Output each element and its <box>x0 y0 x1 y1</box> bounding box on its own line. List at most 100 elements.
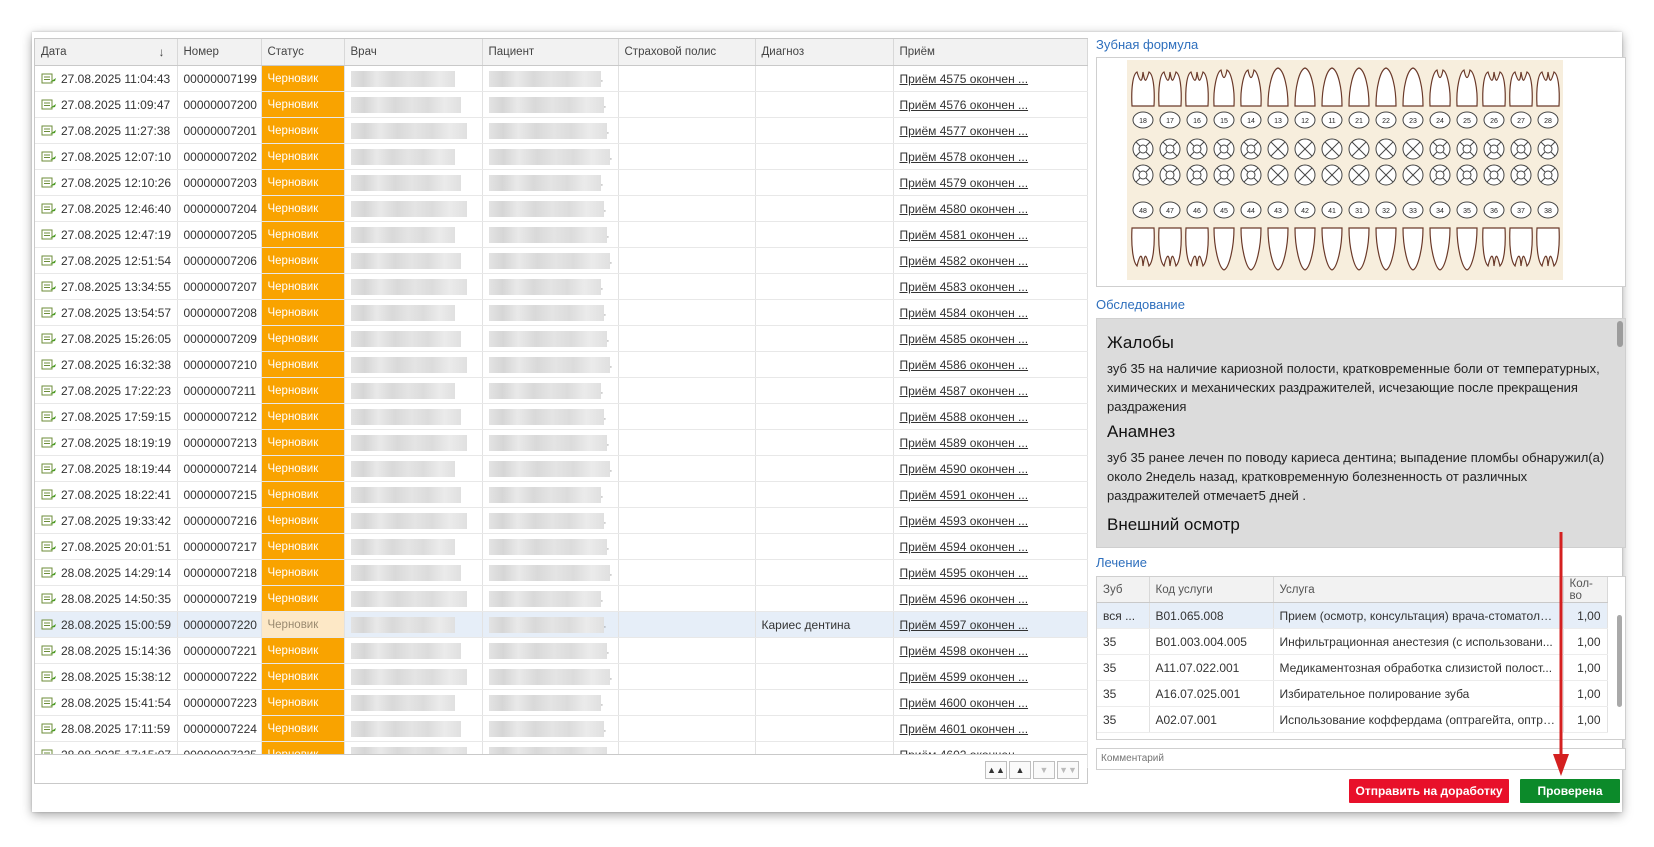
cell-date[interactable]: 27.08.2025 12:46:40 <box>35 195 178 222</box>
cell-diagnosis[interactable] <box>755 429 894 456</box>
table-row[interactable]: 27.08.2025 15:26:05 00000007209 Черновик. П… <box>35 325 1088 352</box>
cell-patient-redacted[interactable]: . <box>482 117 619 144</box>
cell-status[interactable]: Черновик <box>261 481 345 508</box>
cell-diagnosis[interactable] <box>755 663 894 690</box>
visit-link[interactable]: Приём 4583 окончен ... <box>900 280 1029 294</box>
cell-patient-redacted[interactable]: . <box>482 429 619 456</box>
nav-last-button[interactable]: ▼▼ <box>1057 761 1079 779</box>
lower-tooth-shape[interactable] <box>1509 227 1533 268</box>
treatment-row[interactable]: 35 B01.003.004.005 Инфильтрационная анесте… <box>1097 628 1608 655</box>
cell-patient-redacted[interactable]: . <box>482 507 619 534</box>
cell-number[interactable]: 00000007214 <box>177 455 262 482</box>
cell-date[interactable]: 28.08.2025 15:41:54 <box>35 689 178 716</box>
cell-date[interactable]: 27.08.2025 17:59:15 <box>35 403 178 430</box>
cell-diagnosis[interactable] <box>755 715 894 742</box>
cell-policy[interactable] <box>618 455 756 482</box>
exam-scrollbar[interactable] <box>1617 321 1623 347</box>
cell-number[interactable]: 00000007216 <box>177 507 262 534</box>
cell-status[interactable]: Черновик <box>261 117 345 144</box>
cell-doctor-redacted[interactable] <box>344 689 483 716</box>
cell-date[interactable]: 27.08.2025 12:51:54 <box>35 247 178 274</box>
cell-policy[interactable] <box>618 91 756 118</box>
treat-col-code[interactable]: Код услуги <box>1149 577 1274 603</box>
table-row[interactable]: 27.08.2025 17:22:23 00000007211 Черновик. П… <box>35 377 1088 404</box>
cell-policy[interactable] <box>618 689 756 716</box>
cell-visit[interactable]: Приём 4589 окончен ... <box>893 429 1088 456</box>
cell-date[interactable]: 27.08.2025 12:07:10 <box>35 143 178 170</box>
visit-link[interactable]: Приём 4601 окончен ... <box>900 722 1029 736</box>
cell-diagnosis[interactable] <box>755 377 894 404</box>
visit-link[interactable]: Приём 4589 окончен ... <box>900 436 1029 450</box>
treat-cell-code[interactable]: A02.07.001 <box>1149 706 1274 733</box>
cell-policy[interactable] <box>618 169 756 196</box>
cell-doctor-redacted[interactable] <box>344 195 483 222</box>
cell-diagnosis[interactable] <box>755 195 894 222</box>
visit-link[interactable]: Приём 4586 окончен ... <box>900 358 1029 372</box>
cell-status[interactable]: Черновик <box>261 403 345 430</box>
cell-number[interactable]: 00000007201 <box>177 117 262 144</box>
cell-diagnosis[interactable] <box>755 169 894 196</box>
cell-date[interactable]: 28.08.2025 17:11:59 <box>35 715 178 742</box>
lower-tooth-shape[interactable] <box>1131 227 1155 268</box>
visit-link[interactable]: Приём 4599 окончен ... <box>900 670 1029 684</box>
table-row[interactable]: 27.08.2025 18:19:19 00000007213 Черновик. П… <box>35 429 1088 456</box>
cell-date[interactable]: 27.08.2025 20:01:51 <box>35 533 178 560</box>
cell-visit[interactable]: Приём 4597 окончен ... <box>893 611 1088 638</box>
visit-link[interactable]: Приём 4579 окончен ... <box>900 176 1029 190</box>
cell-doctor-redacted[interactable] <box>344 611 483 638</box>
cell-diagnosis[interactable] <box>755 689 894 716</box>
cell-number[interactable]: 00000007213 <box>177 429 262 456</box>
cell-number[interactable]: 00000007203 <box>177 169 262 196</box>
visit-link[interactable]: Приём 4597 окончен ... <box>900 618 1029 632</box>
treatment-scrollbar[interactable] <box>1616 605 1623 725</box>
treatment-row[interactable]: 35 A16.07.025.001 Избирательное полировани… <box>1097 680 1608 707</box>
cell-patient-redacted[interactable]: . <box>482 559 619 586</box>
treat-cell-tooth[interactable]: 35 <box>1097 628 1150 655</box>
treatment-scroll-thumb[interactable] <box>1617 615 1622 707</box>
cell-date[interactable]: 27.08.2025 16:32:38 <box>35 351 178 378</box>
cell-patient-redacted[interactable]: . <box>482 663 619 690</box>
col-header-doctor[interactable]: Врач <box>344 39 483 66</box>
table-row[interactable]: 28.08.2025 14:29:14 00000007218 Черновик. П… <box>35 559 1088 586</box>
visit-link[interactable]: Приём 4594 окончен ... <box>900 540 1029 554</box>
table-row[interactable]: 27.08.2025 19:33:42 00000007216 Черновик. П… <box>35 507 1088 534</box>
table-row[interactable]: 28.08.2025 15:41:54 00000007223 Черновик. П… <box>35 689 1088 716</box>
cell-number[interactable]: 00000007211 <box>177 377 262 404</box>
cell-status[interactable]: Черновик <box>261 663 345 690</box>
cell-date[interactable]: 27.08.2025 12:47:19 <box>35 221 178 248</box>
cell-number[interactable]: 00000007224 <box>177 715 262 742</box>
cell-visit[interactable]: Приём 4593 окончен ... <box>893 507 1088 534</box>
cell-status[interactable]: Черновик <box>261 273 345 300</box>
visit-link[interactable]: Приём 4575 окончен ... <box>900 72 1029 86</box>
cell-policy[interactable] <box>618 247 756 274</box>
cell-date[interactable]: 27.08.2025 13:54:57 <box>35 299 178 326</box>
cell-date[interactable]: 27.08.2025 15:26:05 <box>35 325 178 352</box>
cell-policy[interactable] <box>618 351 756 378</box>
treat-cell-code[interactable]: B01.065.008 <box>1149 602 1274 629</box>
cell-number[interactable]: 00000007212 <box>177 403 262 430</box>
cell-date[interactable]: 27.08.2025 11:09:47 <box>35 91 178 118</box>
cell-patient-redacted[interactable]: . <box>482 299 619 326</box>
cell-status[interactable]: Черновик <box>261 377 345 404</box>
cell-visit[interactable]: Приём 4601 окончен ... <box>893 715 1088 742</box>
cell-patient-redacted[interactable]: . <box>482 221 619 248</box>
cell-status[interactable]: Черновик <box>261 169 345 196</box>
table-row[interactable]: 28.08.2025 14:50:35 00000007219 Черновик. П… <box>35 585 1088 612</box>
cell-doctor-redacted[interactable] <box>344 715 483 742</box>
cell-status[interactable]: Черновик <box>261 325 345 352</box>
cell-diagnosis[interactable] <box>755 585 894 612</box>
cell-patient-redacted[interactable]: . <box>482 273 619 300</box>
cell-date[interactable]: 27.08.2025 13:34:55 <box>35 273 178 300</box>
cell-patient-redacted[interactable]: . <box>482 247 619 274</box>
cell-date[interactable]: 28.08.2025 14:29:14 <box>35 559 178 586</box>
cell-number[interactable]: 00000007204 <box>177 195 262 222</box>
table-row[interactable]: 27.08.2025 17:59:15 00000007212 Черновик. П… <box>35 403 1088 430</box>
cell-number[interactable]: 00000007217 <box>177 533 262 560</box>
cell-diagnosis[interactable] <box>755 637 894 664</box>
cell-status[interactable]: Черновик <box>261 351 345 378</box>
cell-status[interactable]: Черновик <box>261 559 345 586</box>
treatment-row[interactable]: 35 A02.07.001 Использование коффердама (оп… <box>1097 706 1608 733</box>
cell-doctor-redacted[interactable] <box>344 377 483 404</box>
visit-link[interactable]: Приём 4591 окончен ... <box>900 488 1029 502</box>
cell-diagnosis[interactable] <box>755 247 894 274</box>
